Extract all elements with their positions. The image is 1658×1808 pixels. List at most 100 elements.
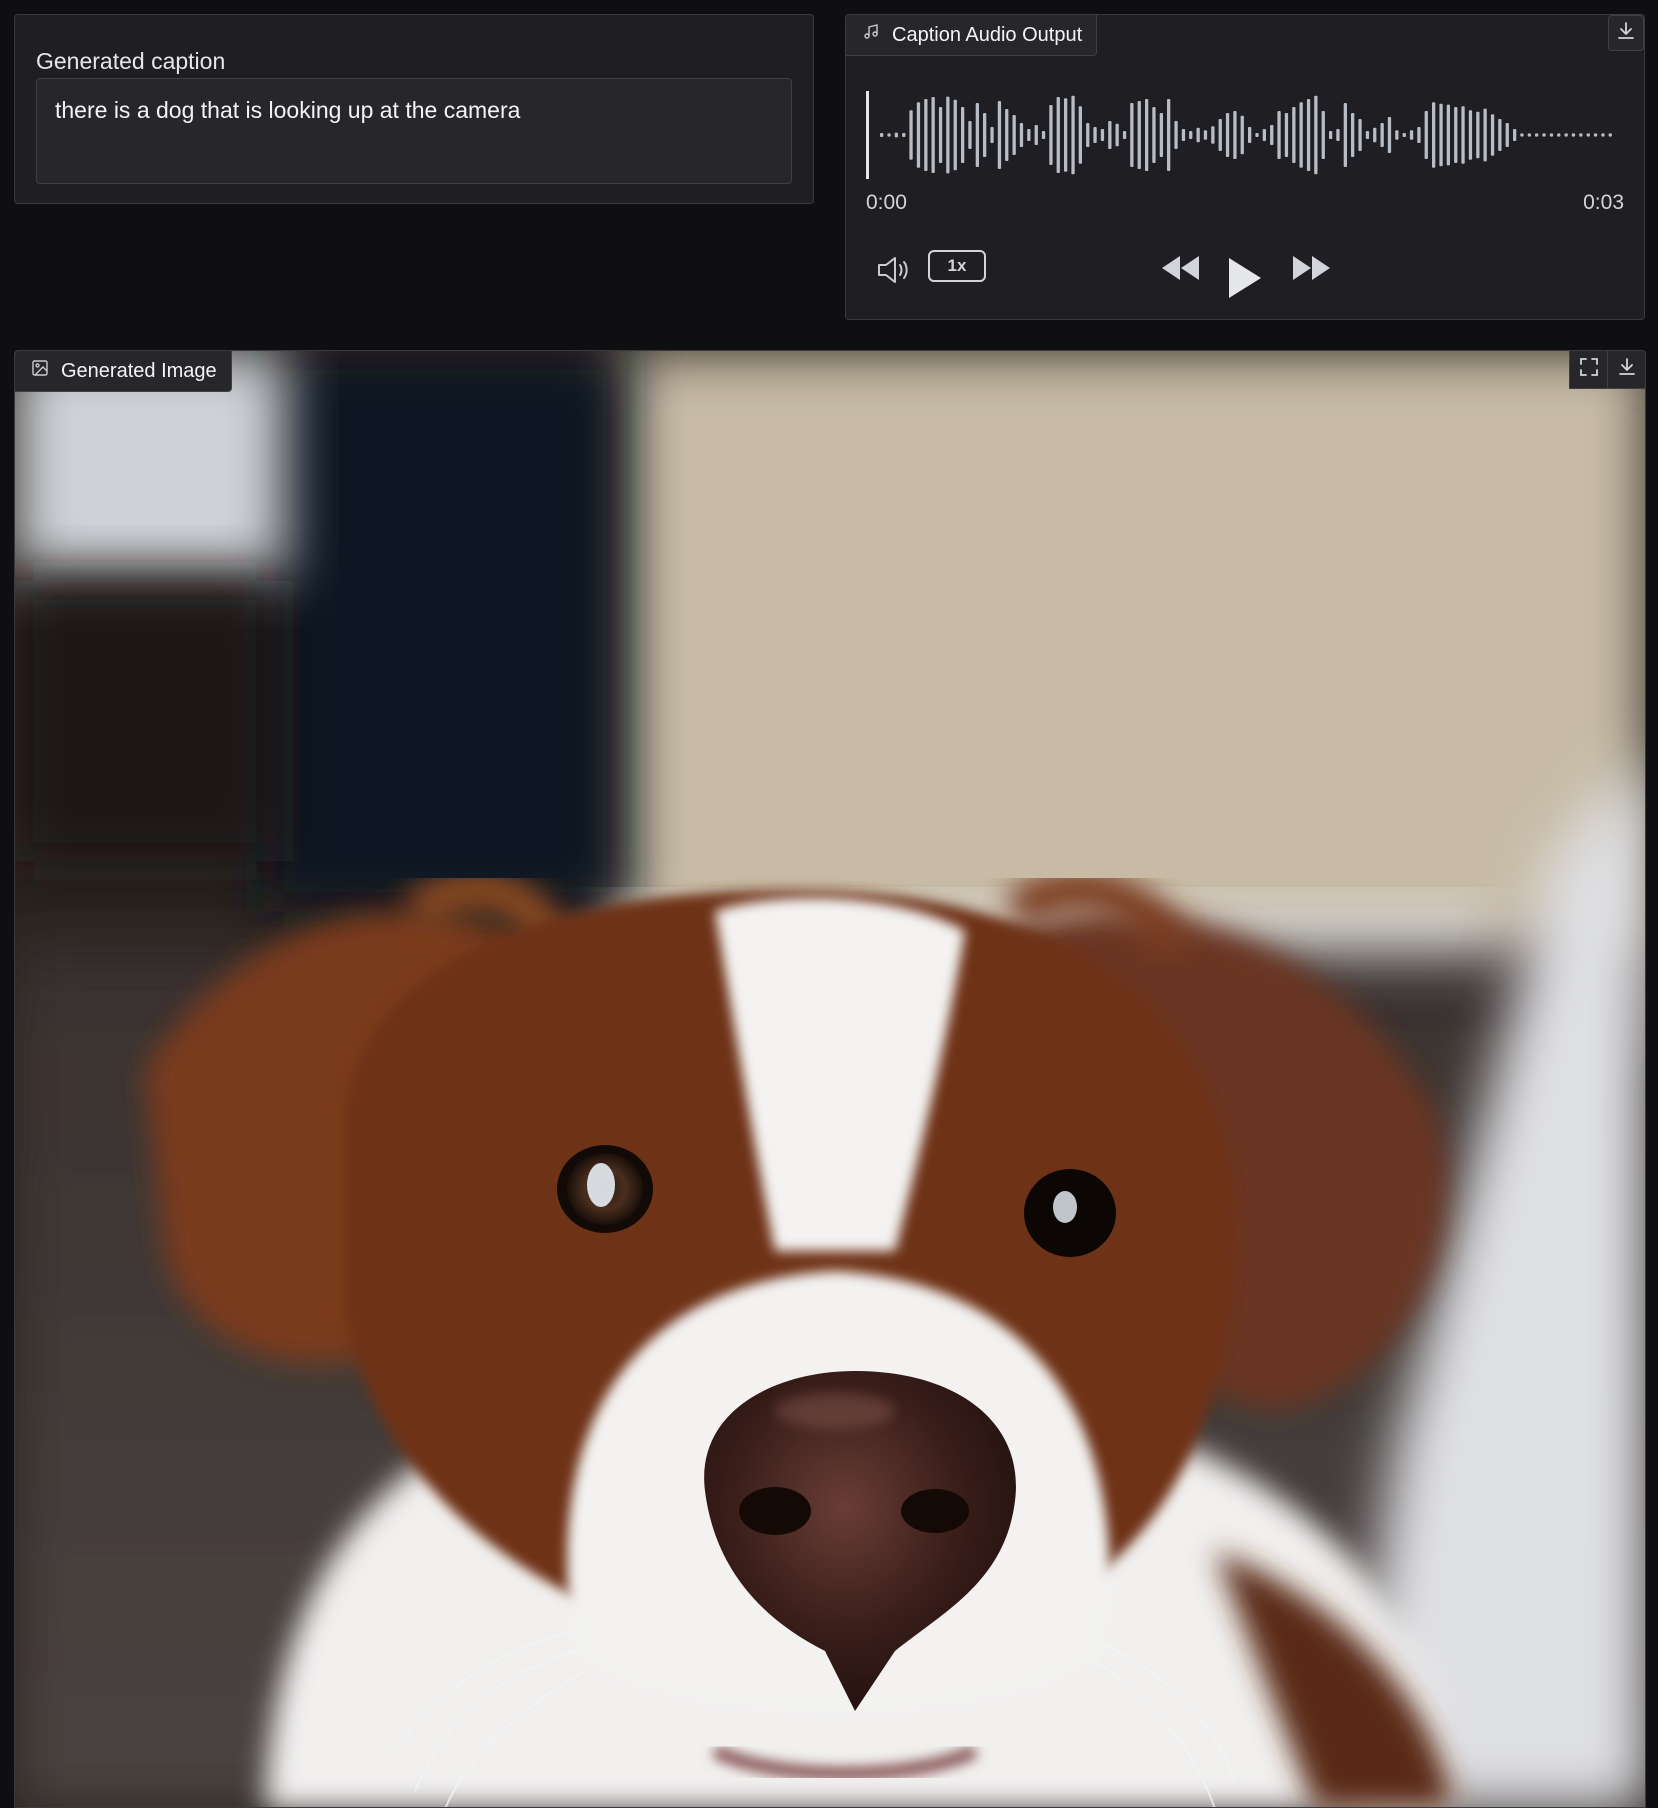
waveform-bar — [975, 103, 979, 167]
fast-forward-button[interactable] — [1289, 253, 1333, 303]
waveform-bar — [990, 127, 994, 143]
waveform-bar — [1380, 123, 1384, 147]
waveform-bar — [894, 132, 898, 138]
waveform-bar — [1579, 133, 1583, 137]
waveform-bar — [1564, 133, 1568, 137]
volume-icon — [874, 257, 914, 294]
waveform-bar — [1461, 106, 1465, 164]
playback-speed-button[interactable]: 1x — [928, 250, 986, 282]
waveform-bar — [1167, 99, 1171, 171]
waveform-bar — [1064, 98, 1068, 172]
waveform-bar — [1513, 129, 1517, 141]
waveform-bar — [1483, 108, 1487, 162]
volume-button[interactable] — [874, 250, 914, 290]
waveform-bar — [1490, 114, 1495, 156]
image-panel-title: Generated Image — [61, 359, 217, 382]
waveform-bar — [953, 99, 957, 171]
waveform-bar — [1130, 103, 1134, 167]
waveform-bar — [1454, 107, 1458, 163]
waveform-bar — [983, 113, 987, 157]
audio-panel: Caption Audio Output 0:00 0:03 1x — [845, 14, 1645, 320]
waveform-bar — [1432, 102, 1436, 168]
waveform-bar — [1093, 127, 1097, 143]
music-note-icon — [862, 23, 880, 47]
waveform-bar — [1608, 133, 1612, 137]
total-duration: 0:03 — [1583, 191, 1624, 214]
waveform-bar — [1159, 113, 1163, 157]
waveform-bar — [1306, 99, 1311, 171]
waveform-bar — [1262, 129, 1266, 141]
rewind-button[interactable] — [1159, 253, 1203, 303]
waveform-bar — [1108, 121, 1112, 149]
caption-panel: Generated caption there is a dog that is… — [14, 14, 814, 204]
waveform-bar — [916, 102, 921, 168]
waveform-bar — [1078, 106, 1082, 164]
waveform-bar — [1417, 127, 1421, 143]
download-icon — [1615, 20, 1637, 47]
image-panel: Generated Image — [14, 350, 1646, 1808]
app-root: Generated caption there is a dog that is… — [0, 0, 1658, 1808]
rewind-icon — [1159, 256, 1203, 287]
waveform-bar — [924, 99, 928, 171]
waveform-bar — [1277, 111, 1281, 159]
waveform-bar — [1041, 131, 1046, 139]
waveform-bar — [1498, 119, 1502, 151]
waveform-bar — [1395, 130, 1399, 140]
waveform-bar — [1056, 97, 1060, 173]
caption-textbox[interactable]: there is a dog that is looking up at the… — [36, 78, 792, 184]
waveform-bar — [1071, 95, 1075, 175]
waveform-bar — [1019, 123, 1024, 147]
waveform-bar — [1365, 131, 1370, 139]
waveform-bar — [1270, 125, 1274, 145]
audio-download-button[interactable] — [1608, 15, 1644, 51]
waveform-bar — [1248, 127, 1252, 143]
playhead-cursor[interactable] — [866, 91, 869, 179]
waveform-bar — [938, 107, 943, 163]
waveform-bar — [1387, 117, 1392, 153]
waveform-bar — [1100, 129, 1105, 141]
waveform-bar — [1557, 133, 1561, 137]
download-icon — [1616, 356, 1638, 383]
waveform-bar — [1196, 127, 1200, 143]
waveform-bar — [1292, 107, 1296, 163]
waveform-bar — [1446, 104, 1450, 166]
waveform-bar — [1351, 113, 1355, 157]
waveform-bar — [931, 97, 935, 173]
waveform-bar — [946, 96, 950, 174]
waveform-bar — [1240, 115, 1244, 155]
waveform-bar — [1225, 113, 1230, 157]
waveform-bar — [1115, 123, 1119, 147]
waveform-bar — [1211, 126, 1215, 144]
waveform-bar — [1601, 133, 1605, 137]
waveform-bar — [1122, 131, 1127, 139]
waveform-bar — [909, 110, 913, 160]
waveform-bar — [1012, 115, 1016, 155]
waveform-bar — [880, 133, 884, 137]
audio-panel-title: Caption Audio Output — [892, 23, 1083, 46]
waveform-bar — [1137, 101, 1141, 169]
waveform-bar — [1505, 123, 1509, 147]
waveform-bar — [961, 107, 965, 163]
waveform-bar — [1542, 133, 1546, 137]
image-download-button[interactable] — [1607, 351, 1645, 389]
waveform-bar — [1424, 111, 1428, 159]
image-icon — [31, 359, 49, 383]
waveform-bar — [1174, 121, 1178, 149]
waveform-bar — [1027, 129, 1031, 141]
waveform-bar — [1520, 133, 1524, 137]
waveform-bar — [1152, 107, 1156, 163]
fullscreen-button[interactable] — [1569, 351, 1607, 389]
waveform-bar — [887, 133, 891, 137]
waveform-bar — [1409, 130, 1414, 140]
waveform-bar — [1549, 133, 1554, 137]
audio-waveform[interactable] — [866, 77, 1622, 193]
waveform-bar — [1593, 133, 1598, 137]
waveform-bar — [1233, 111, 1237, 159]
play-button[interactable] — [1224, 255, 1268, 305]
waveform-bar — [1034, 125, 1038, 145]
current-time: 0:00 — [866, 191, 907, 214]
caption-label: Generated caption — [36, 48, 226, 74]
waveform-bar — [1049, 105, 1053, 165]
waveform-bar — [1336, 129, 1340, 141]
waveform-bar — [1321, 111, 1325, 159]
